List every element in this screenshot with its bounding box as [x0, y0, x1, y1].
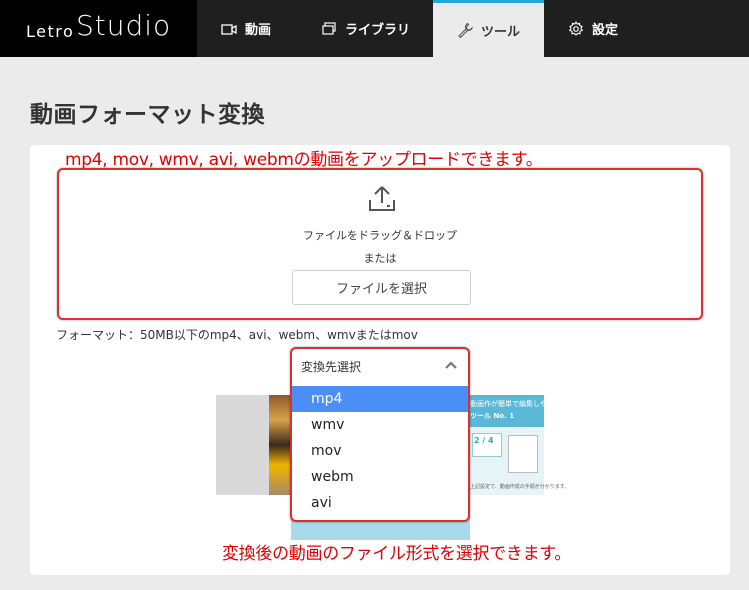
thumbnail-footnote: 上記設定で、動画作成の手順が分かります。: [470, 484, 570, 490]
nav-tab-library[interactable]: ライブラリ: [307, 0, 433, 57]
annotation-upload-formats: mp4, mov, wmv, avi, webmの動画をアップロードできます。: [65, 150, 543, 170]
top-navigation-bar: Letro Studio 動画 ライブラリ ツール 設定: [0, 0, 749, 57]
upload-icon: [369, 186, 395, 211]
logo-text-letro: Letro: [26, 22, 75, 41]
nav-tab-video-label: 動画: [245, 23, 272, 38]
nav-tab-video[interactable]: 動画: [197, 0, 307, 57]
preview-thumbnail-photo: [269, 395, 291, 495]
file-drop-area[interactable]: ファイルをドラッグ＆ドロップ または ファイルを選択: [57, 168, 703, 320]
logo-text-studio: Studio: [76, 9, 172, 42]
thumbnail-page-count: 2 / 4: [474, 436, 494, 445]
preview-thumbnail-slide: 動画作が簡単で編集しやすい ツール No. 1 2 / 4 上記設定で、動画作成…: [468, 395, 569, 495]
format-option-mov[interactable]: mov: [292, 438, 468, 464]
nav-tab-tools-label: ツール: [481, 24, 521, 40]
format-option-mp4[interactable]: mp4: [292, 386, 468, 412]
select-file-button[interactable]: ファイルを選択: [292, 270, 471, 305]
library-icon: [322, 21, 336, 35]
thumbnail-panel-right: [508, 435, 538, 473]
nav-tab-settings-label: 設定: [592, 23, 619, 38]
app-logo[interactable]: Letro Studio: [0, 0, 197, 57]
annotation-output-format: 変換後の動画のファイル形式を選択できます。: [222, 544, 571, 564]
format-dropdown[interactable]: 変換先選択 mp4 wmv mov webm avi: [290, 347, 470, 522]
format-option-avi[interactable]: avi: [292, 490, 468, 516]
nav-tab-library-label: ライブラリ: [345, 23, 411, 38]
format-option-webm[interactable]: webm: [292, 464, 468, 490]
drop-or-text: または: [363, 252, 397, 265]
nav-tab-tools[interactable]: ツール: [433, 0, 544, 57]
format-dropdown-placeholder: 変換先選択: [301, 359, 362, 374]
format-dropdown-header[interactable]: 変換先選択: [292, 349, 468, 383]
thumbnail-caption: 動画作が簡単で編集しやすい: [470, 400, 561, 408]
format-option-wmv[interactable]: wmv: [292, 412, 468, 438]
video-icon: [221, 23, 237, 35]
thumbnail-heading: ツール No. 1: [470, 412, 515, 420]
page-title: 動画フォーマット変換: [30, 102, 265, 128]
preview-thumbnail-blank: [216, 395, 269, 495]
chevron-up-icon: [445, 361, 457, 369]
nav-tab-settings[interactable]: 設定: [544, 0, 654, 57]
wrench-icon: [458, 22, 473, 38]
format-note: フォーマット：50MB以下のmp4、avi、webm、wmvまたはmov: [56, 328, 418, 342]
drop-instructions: ファイルをドラッグ＆ドロップ: [303, 229, 457, 242]
gear-icon: [568, 20, 584, 36]
